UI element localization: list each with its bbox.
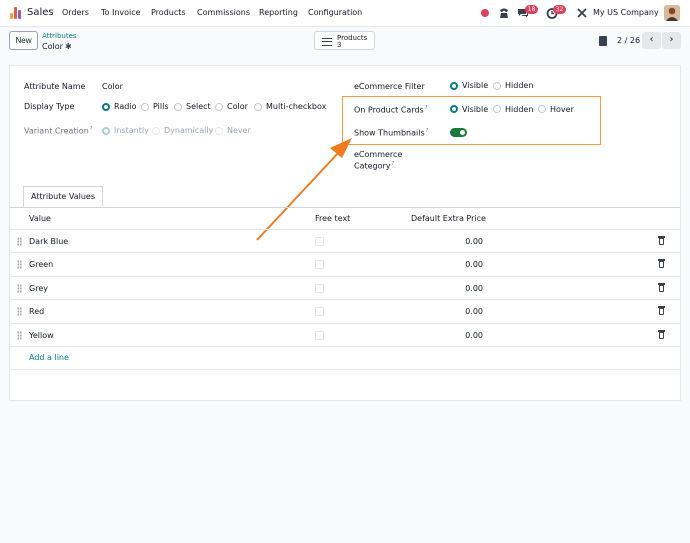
table-row[interactable]: Dark Blue 0.00 [10,229,680,252]
trash-icon[interactable] [658,236,665,245]
row-price[interactable]: 0.00 [440,260,483,269]
row-price[interactable]: 0.00 [440,237,483,246]
drag-handle-icon[interactable] [17,331,22,340]
table-row-divider [10,346,680,347]
row-value[interactable]: Green [29,260,53,269]
row-value[interactable]: Dark Blue [29,237,68,246]
trash-icon[interactable] [658,306,665,315]
free-text-checkbox[interactable] [315,284,324,293]
drag-handle-icon[interactable] [17,237,22,246]
column-header-value[interactable]: Value [29,214,51,223]
column-header-free-text[interactable]: Free text [315,214,350,223]
table-row[interactable]: Yellow 0.00 [10,323,680,346]
free-text-checkbox[interactable] [315,307,324,316]
trash-icon[interactable] [658,330,665,339]
add-line-link[interactable]: Add a line [29,353,69,362]
tab-attribute-values[interactable]: Attribute Values [23,186,103,207]
drag-handle-icon[interactable] [17,260,22,269]
row-value[interactable]: Yellow [29,331,54,340]
table-row[interactable]: Red 0.00 [10,299,680,322]
column-header-default-extra-price[interactable]: Default Extra Price [411,214,486,223]
drag-handle-icon[interactable] [17,307,22,316]
trash-icon[interactable] [658,283,665,292]
table-row[interactable]: Grey 0.00 [10,276,680,299]
free-text-checkbox[interactable] [315,237,324,246]
row-price[interactable]: 0.00 [440,284,483,293]
table-bottom-divider [10,369,680,370]
free-text-checkbox[interactable] [315,331,324,340]
row-value[interactable]: Grey [29,284,48,293]
row-value[interactable]: Red [29,307,44,316]
row-price[interactable]: 0.00 [440,307,483,316]
free-text-checkbox[interactable] [315,260,324,269]
trash-icon[interactable] [658,259,665,268]
table-row[interactable]: Green 0.00 [10,252,680,275]
tab-divider [10,207,680,208]
row-price[interactable]: 0.00 [440,331,483,340]
drag-handle-icon[interactable] [17,284,22,293]
